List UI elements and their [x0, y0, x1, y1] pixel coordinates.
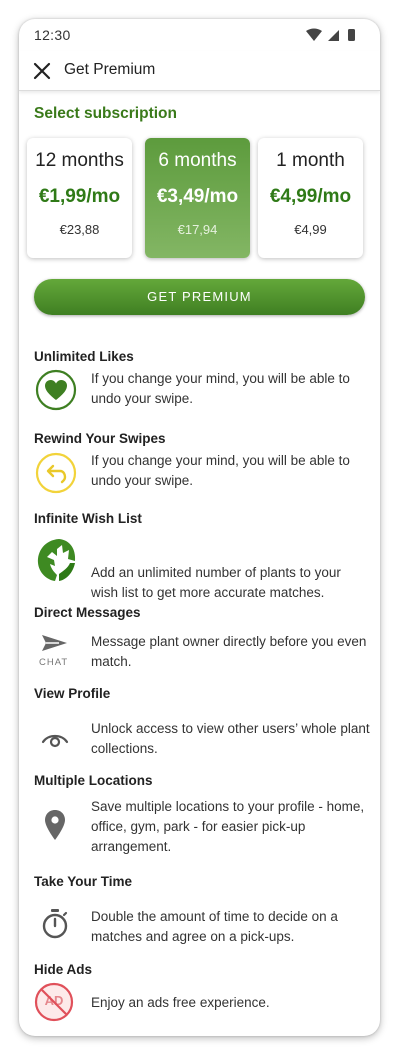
feature-desc-take-your-time: Double the amount of time to decide on a… — [91, 909, 338, 944]
wifi-icon — [306, 28, 322, 41]
close-icon[interactable] — [31, 60, 53, 82]
plan-duration: 1 month — [276, 150, 345, 171]
page-title: Get Premium — [64, 61, 156, 78]
feature-desc-multiple-locations: Save multiple locations to your profile … — [91, 799, 365, 854]
feature-title-direct-messages: Direct Messages — [34, 605, 141, 620]
status-time: 12:30 — [34, 27, 71, 43]
status-icons — [306, 28, 355, 41]
signal-icon — [328, 30, 339, 41]
feature-desc-rewind: If you change your mind, you will be abl… — [91, 453, 350, 488]
plan-price: €4,99/mo — [269, 186, 352, 207]
app-bar: Get Premium — [19, 51, 380, 91]
plan-price: €3,49/mo — [156, 186, 239, 207]
chat-icon — [42, 635, 67, 651]
feature-desc-wish-list: Add an unlimited number of plants to you… — [91, 565, 341, 600]
heart-icon — [35, 369, 77, 411]
feature-title-unlimited-likes: Unlimited Likes — [34, 349, 134, 364]
no-ads-strike — [41, 989, 67, 1015]
status-bar: 12:30 — [19, 19, 380, 51]
plan-price: €1,99/mo — [38, 186, 121, 207]
plan-total: €23,88 — [59, 222, 100, 237]
feature-desc-unlimited-likes: If you change your mind, you will be abl… — [91, 371, 350, 406]
battery-icon — [348, 29, 355, 41]
feature-title-multiple-locations: Multiple Locations — [34, 773, 153, 788]
feature-title-wish-list: Infinite Wish List — [34, 511, 142, 526]
feature-desc-hide-ads: Enjoy an ads free experience. — [91, 995, 270, 1010]
plan-12-months[interactable]: 12 months €1,99/mo €23,88 — [27, 138, 132, 258]
no-ads-icon: AD — [34, 982, 74, 1022]
feature-title-view-profile: View Profile — [34, 686, 111, 701]
feature-title-hide-ads: Hide Ads — [34, 962, 93, 977]
phone-screen: 12:30 Get Premium Select subscription 12… — [19, 19, 380, 1036]
monstera-leaf-icon — [37, 539, 76, 581]
feature-title-rewind: Rewind Your Swipes — [34, 431, 166, 446]
plan-duration: 6 months — [158, 150, 237, 171]
feature-desc-direct-messages: Message plant owner directly before you … — [91, 634, 367, 669]
stopwatch-icon — [42, 909, 68, 939]
eye-icon — [41, 734, 69, 748]
plan-6-months[interactable]: 6 months €3,49/mo €17,94 — [145, 138, 250, 258]
chat-icon-label: CHAT — [39, 657, 69, 668]
plan-duration: 12 months — [35, 150, 124, 171]
feature-title-take-your-time: Take Your Time — [34, 874, 133, 889]
section-title: Select subscription — [34, 105, 177, 122]
get-premium-button[interactable]: GET PREMIUM — [34, 279, 365, 315]
plan-total: €4,99 — [294, 222, 327, 237]
plan-total: €17,94 — [177, 222, 218, 237]
plan-1-month[interactable]: 1 month €4,99/mo €4,99 — [258, 138, 363, 258]
feature-desc-view-profile: Unlock access to view other users’ whole… — [91, 721, 370, 756]
rewind-icon — [35, 452, 77, 494]
location-pin-icon — [45, 810, 65, 840]
